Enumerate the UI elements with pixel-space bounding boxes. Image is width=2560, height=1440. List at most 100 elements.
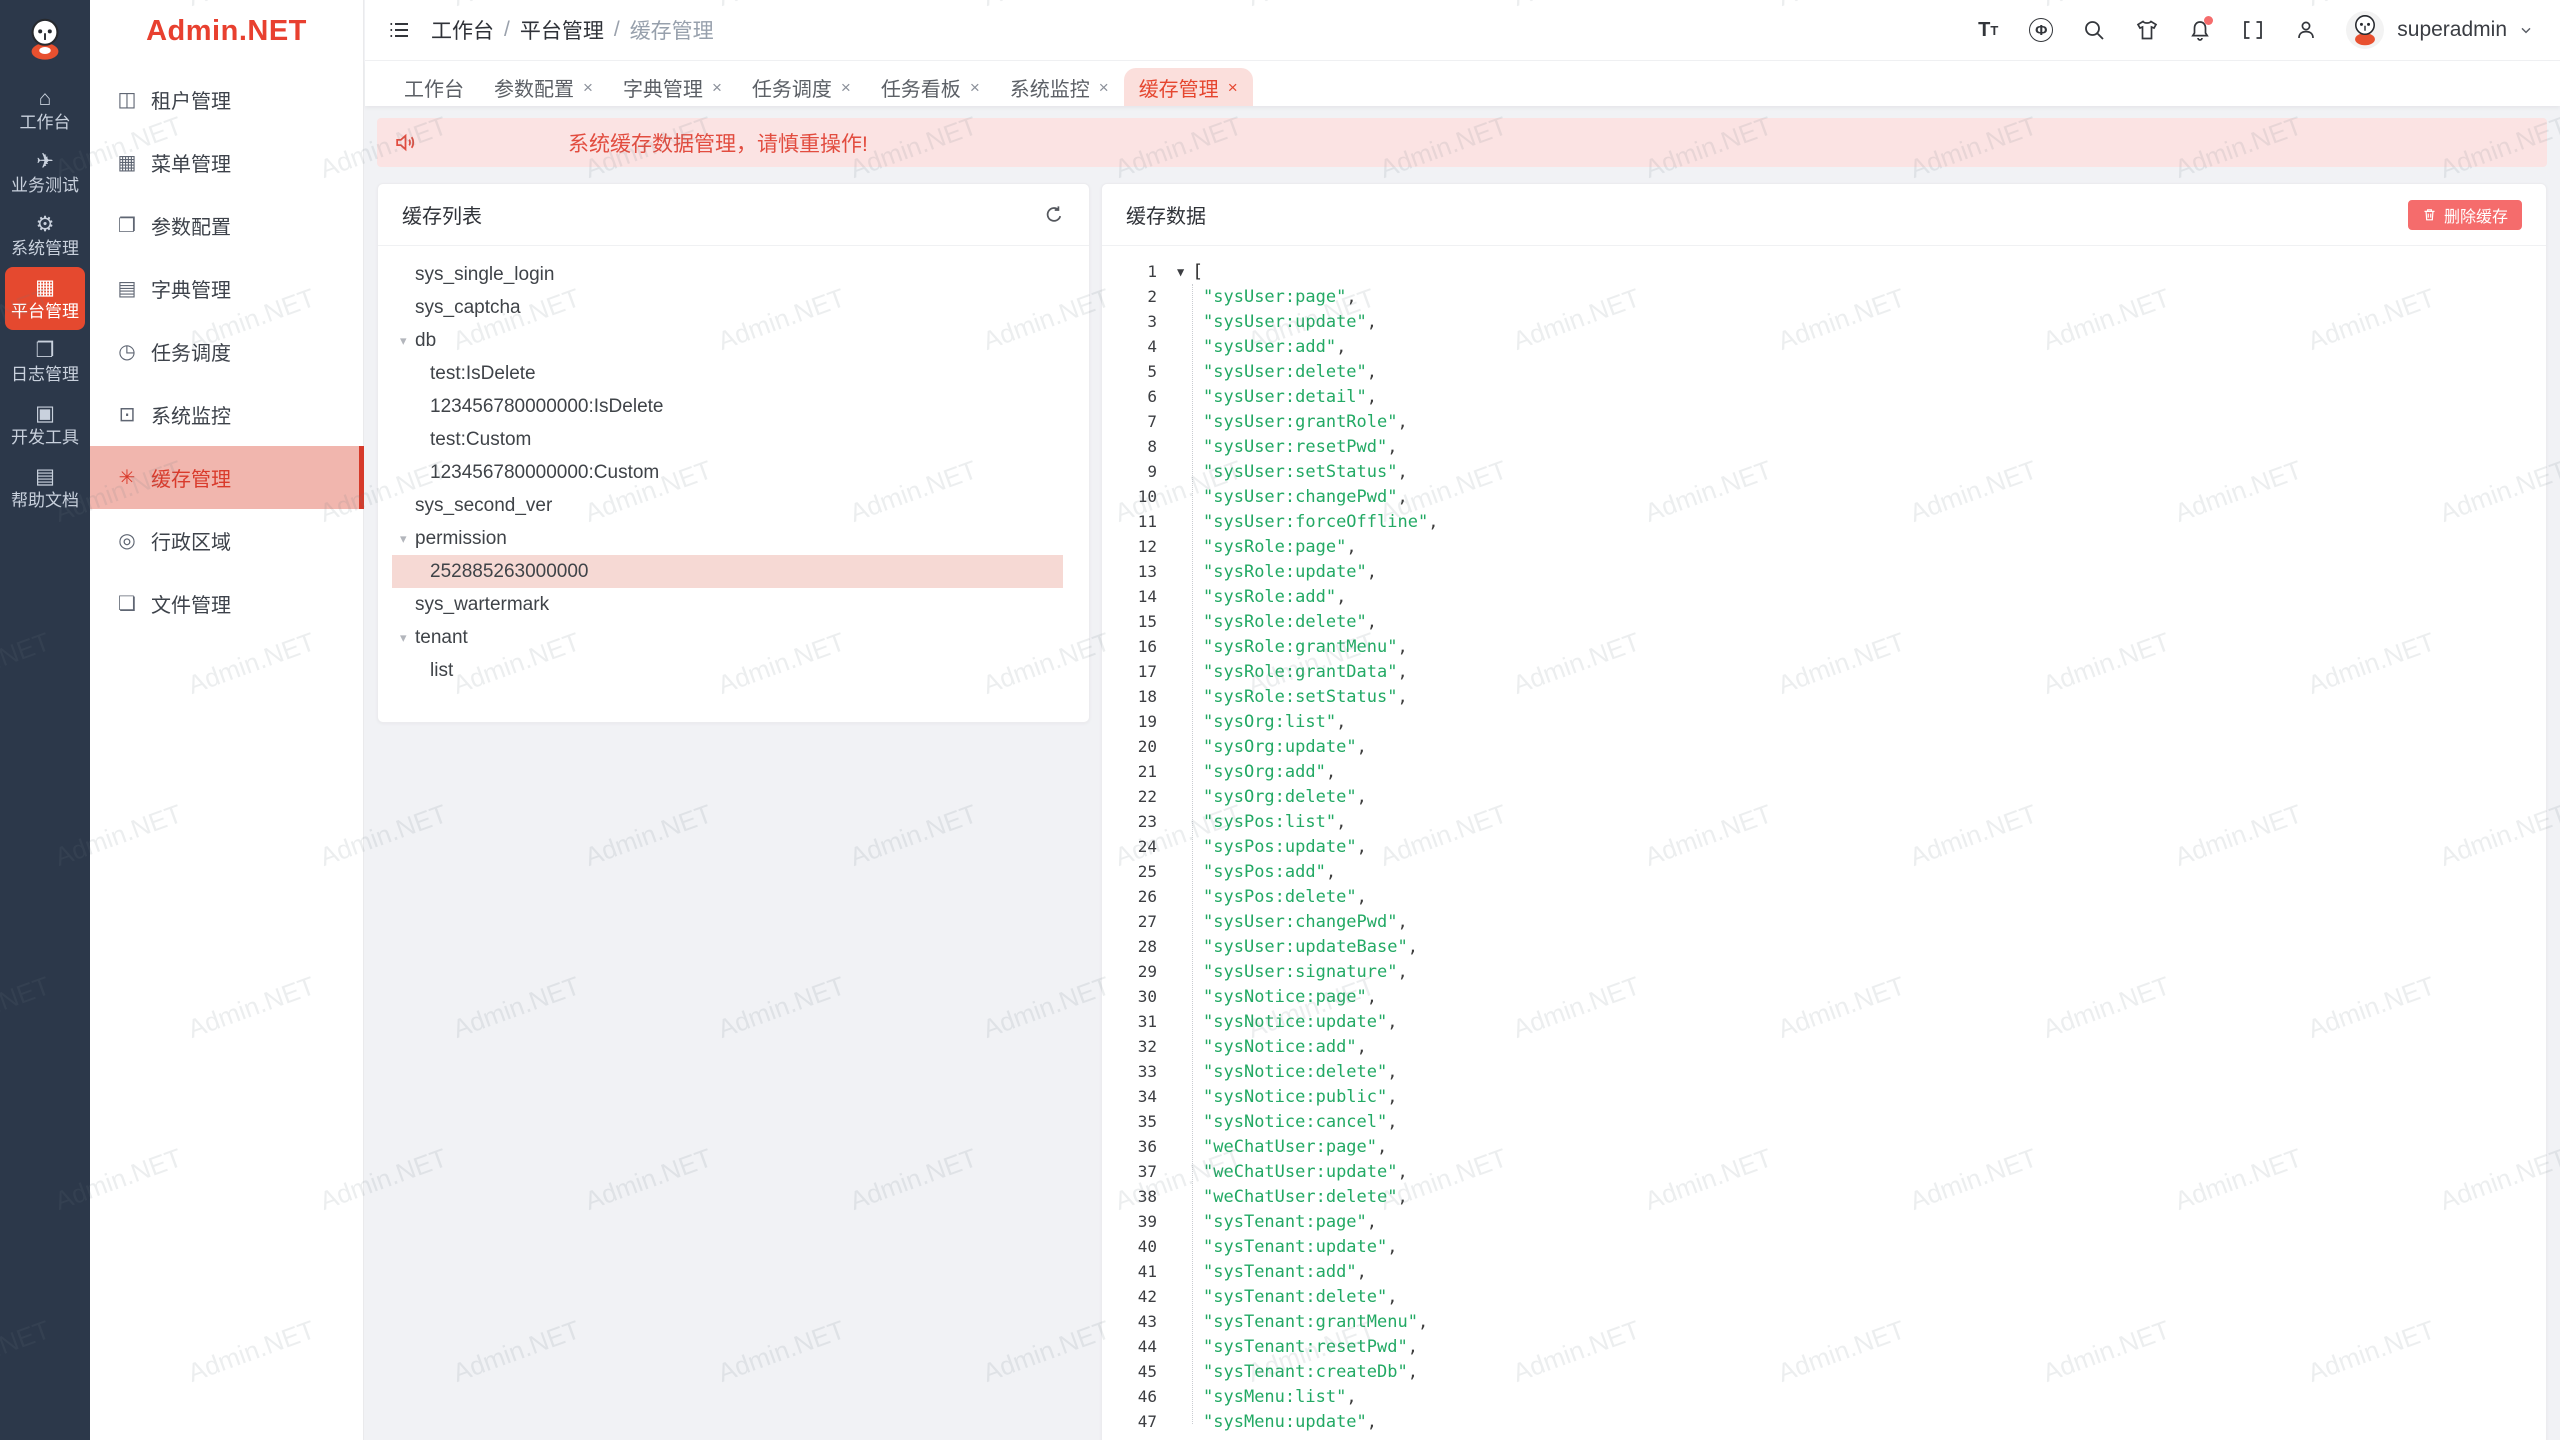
comma: ,	[1367, 312, 1377, 332]
rail-item[interactable]: ▣ 开发工具	[0, 393, 90, 456]
comma: ,	[1398, 487, 1408, 507]
comma: ,	[1408, 1337, 1418, 1357]
close-tab-icon[interactable]: ×	[1228, 79, 1238, 96]
sidebar-menu-item[interactable]: ⊡ 系统监控	[90, 383, 363, 446]
close-tab-icon[interactable]: ×	[583, 79, 593, 96]
tree-node[interactable]: sys_second_ver	[392, 489, 1063, 522]
comma: ,	[1367, 1412, 1377, 1432]
tab[interactable]: 工作台	[389, 68, 479, 106]
tree-node[interactable]: test:IsDelete	[392, 357, 1063, 390]
tab[interactable]: 任务看板 ×	[866, 68, 995, 106]
json-string-value: "sysOrg:add"	[1203, 762, 1326, 782]
tab[interactable]: 缓存管理 ×	[1124, 68, 1253, 106]
sidebar-menu-item[interactable]: ▤ 字典管理	[90, 257, 363, 320]
tab[interactable]: 字典管理 ×	[608, 68, 737, 106]
mascot-logo-icon	[22, 16, 68, 62]
sidebar-menu-item[interactable]: ❐ 参数配置	[90, 194, 363, 257]
close-tab-icon[interactable]: ×	[712, 79, 722, 96]
json-viewer: 1 ▼ [ 2 "sysUser:page" , 3 "sysUser	[1102, 246, 2546, 1434]
breadcrumb-item[interactable]: 工作台	[431, 15, 494, 45]
notification-icon[interactable]	[2187, 17, 2213, 43]
json-string-value: "sysTenant:page"	[1203, 1212, 1367, 1232]
comma: ,	[1336, 587, 1346, 607]
chevron-down-icon[interactable]	[2518, 22, 2534, 38]
profile-icon[interactable]	[2293, 17, 2319, 43]
code-line: 14 "sysRole:add" ,	[1102, 584, 2546, 609]
comma: ,	[1398, 1187, 1408, 1207]
sidebar-menu-item[interactable]: ✳ 缓存管理	[90, 446, 363, 509]
json-string-value: "sysNotice:cancel"	[1203, 1112, 1387, 1132]
theme-icon[interactable]	[2134, 17, 2160, 43]
app-logo[interactable]	[0, 0, 90, 78]
tree-node[interactable]: list	[392, 654, 1063, 687]
line-number: 41	[1102, 1262, 1157, 1281]
rail-item[interactable]: ⌂ 工作台	[0, 78, 90, 141]
tree-node[interactable]: 123456780000000:Custom	[392, 456, 1063, 489]
tree-node-label: 252885263000000	[430, 561, 589, 583]
top-header: 工作台 / 平台管理 / 缓存管理 TT Φ	[365, 0, 2560, 61]
close-tab-icon[interactable]: ×	[1099, 79, 1109, 96]
config-icon: ❐	[114, 213, 140, 238]
code-line: 36 "weChatUser:page" ,	[1102, 1134, 2546, 1159]
rail-item-label: 工作台	[20, 114, 71, 131]
tree-node[interactable]: ▾ permission	[392, 522, 1063, 555]
comma: ,	[1346, 1387, 1356, 1407]
sidebar-menu-item[interactable]: ❏ 文件管理	[90, 572, 363, 635]
code-line: 39 "sysTenant:page" ,	[1102, 1209, 2546, 1234]
username[interactable]: superadmin	[2397, 18, 2507, 42]
sidebar-menu-item[interactable]: ◷ 任务调度	[90, 320, 363, 383]
rail-item[interactable]: ✈ 业务测试	[0, 141, 90, 204]
rail-item[interactable]: ❐ 日志管理	[0, 330, 90, 393]
sidebar-menu-item[interactable]: ▦ 菜单管理	[90, 131, 363, 194]
header-actions: TT Φ	[1975, 11, 2534, 49]
tab[interactable]: 任务调度 ×	[737, 68, 866, 106]
tree-node[interactable]: test:Custom	[392, 423, 1063, 456]
cache-data-title: 缓存数据	[1126, 200, 1206, 229]
cache-icon: ✳	[114, 465, 140, 490]
tree-node[interactable]: ▾ db	[392, 324, 1063, 357]
rail-items: ⌂ 工作台 ✈ 业务测试 ⚙ 系统管理 ▦ 平台管理 ❐ 日志管理 ▣ 开发工具	[0, 78, 90, 519]
tree-node[interactable]: 123456780000000:IsDelete	[392, 390, 1063, 423]
tab[interactable]: 系统监控 ×	[995, 68, 1124, 106]
close-tab-icon[interactable]: ×	[970, 79, 980, 96]
json-string-value: "sysPos:add"	[1203, 862, 1326, 882]
rail-item[interactable]: ▦ 平台管理	[5, 267, 85, 330]
code-line: 42 "sysTenant:delete" ,	[1102, 1284, 2546, 1309]
refresh-icon[interactable]	[1043, 204, 1065, 226]
collapse-menu-icon[interactable]	[387, 18, 411, 42]
line-number: 10	[1102, 487, 1157, 506]
tree-node[interactable]: 252885263000000	[392, 555, 1063, 588]
tree-node[interactable]: sys_captcha	[392, 291, 1063, 324]
caret-down-icon[interactable]: ▾	[400, 333, 415, 349]
collapse-node-icon[interactable]: ▼	[1177, 265, 1184, 279]
line-number: 47	[1102, 1412, 1157, 1431]
tree-node[interactable]: ▾ tenant	[392, 621, 1063, 654]
rail-item[interactable]: ▤ 帮助文档	[0, 456, 90, 519]
avatar[interactable]	[2346, 11, 2384, 49]
search-icon[interactable]	[2081, 17, 2107, 43]
code-line: 18 "sysRole:setStatus" ,	[1102, 684, 2546, 709]
rail-item[interactable]: ⚙ 系统管理	[0, 204, 90, 267]
sidebar-menu-item[interactable]: ◫ 租户管理	[90, 68, 363, 131]
comma: ,	[1387, 1012, 1397, 1032]
breadcrumb-item[interactable]: 平台管理	[520, 15, 604, 45]
json-string-value: "sysNotice:public"	[1203, 1087, 1387, 1107]
font-size-icon[interactable]: TT	[1975, 17, 2001, 43]
caret-down-icon[interactable]: ▾	[400, 531, 415, 547]
comma: ,	[1408, 1362, 1418, 1382]
json-string-value: "sysPos:update"	[1203, 837, 1357, 857]
code-line: 7 "sysUser:grantRole" ,	[1102, 409, 2546, 434]
tree-node[interactable]: sys_wartermark	[392, 588, 1063, 621]
code-line: 30 "sysNotice:page" ,	[1102, 984, 2546, 1009]
json-string-value: "sysPos:list"	[1203, 812, 1336, 832]
fullscreen-icon[interactable]	[2240, 17, 2266, 43]
tab[interactable]: 参数配置 ×	[479, 68, 608, 106]
sidebar-menu-item[interactable]: ◎ 行政区域	[90, 509, 363, 572]
caret-down-icon[interactable]: ▾	[400, 630, 415, 646]
comma: ,	[1387, 1237, 1397, 1257]
tree-node[interactable]: sys_single_login	[392, 258, 1063, 291]
delete-cache-button[interactable]: 删除缓存	[2408, 200, 2522, 230]
brand-logo-text[interactable]: Admin.NET	[90, 0, 363, 62]
language-icon[interactable]: Φ	[2028, 17, 2054, 43]
close-tab-icon[interactable]: ×	[841, 79, 851, 96]
